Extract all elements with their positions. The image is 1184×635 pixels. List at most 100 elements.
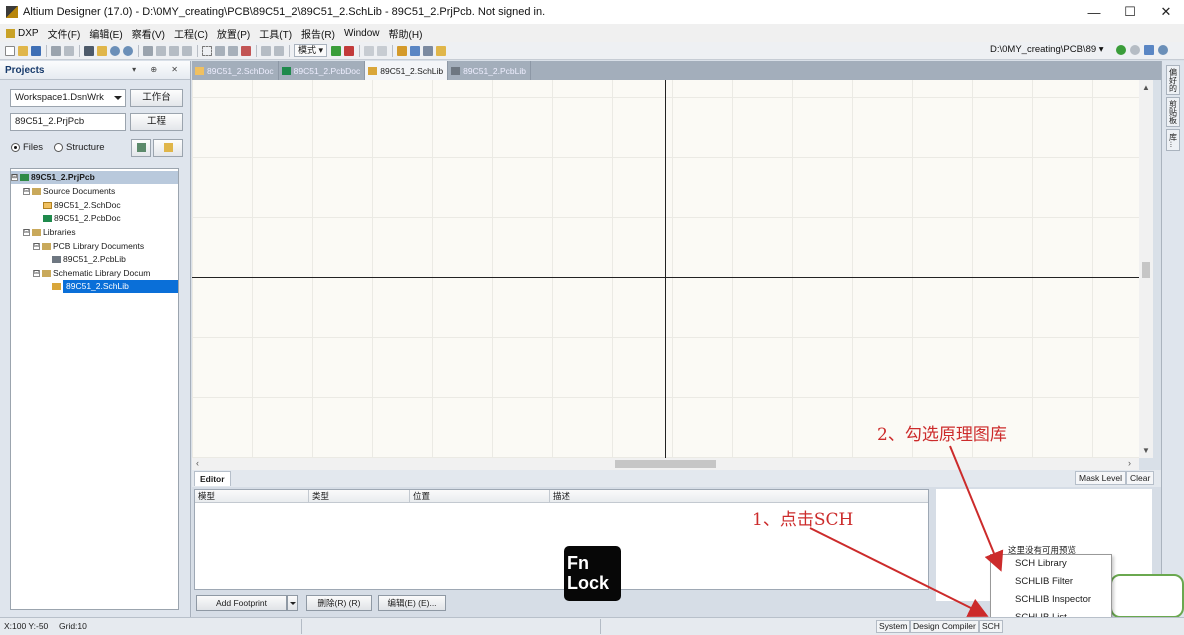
tab-clipboard[interactable]: 剪贴板 [1166,97,1180,127]
back-icon[interactable] [1116,45,1126,55]
horizontal-scrollbar[interactable]: ‹ › [192,458,1139,470]
collapse-icon[interactable]: ⊟ [11,174,18,181]
add-document-button[interactable] [153,139,183,157]
menu-project[interactable]: 工程(C) [174,26,208,41]
save-icon[interactable] [31,45,41,56]
tree-node-schlib[interactable]: 89C51_2.SchLib [52,280,178,293]
schematic-canvas[interactable] [192,80,1139,458]
print-preview-icon[interactable] [64,45,74,56]
mode-dropdown[interactable]: 模式 ▾ [294,44,328,57]
layers-icon[interactable] [84,45,94,56]
place-pin-icon[interactable] [397,45,408,56]
project-field[interactable]: 89C51_2.PrjPcb [10,113,126,131]
delete-button[interactable]: 删除(R) (R) [306,595,372,611]
workspace-select[interactable]: Workspace1.DsnWrk [10,89,126,107]
scroll-right-icon[interactable]: › [1128,458,1131,468]
rubber-stamp-icon[interactable] [182,45,192,56]
panel-controls[interactable]: ▾ ⊕ ✕ [132,65,184,74]
add-part-icon[interactable] [331,45,342,56]
deselect-icon[interactable] [228,45,238,56]
menu-help[interactable]: 帮助(H) [389,26,423,41]
tree-node-schdoc[interactable]: 89C51_2.SchDoc [43,199,121,212]
menu-reports[interactable]: 报告(R) [301,26,335,41]
open-project-icon[interactable] [97,45,107,56]
tab-libraries[interactable]: 库... [1166,129,1180,151]
library-folder-icon[interactable] [436,45,447,56]
menu-view[interactable]: 察看(V) [132,26,165,41]
tree-node-schematic-library-documents[interactable]: ⊟ Schematic Library Docum [33,267,150,280]
tab-schlib[interactable]: 89C51_2.SchLib [365,61,449,80]
workspace-button[interactable]: 工作台 [130,89,183,107]
menu-window[interactable]: Window [344,28,380,39]
edit-button[interactable]: 编辑(E) (E)... [378,595,446,611]
previous-part-icon[interactable] [364,45,375,56]
copy-icon[interactable] [156,45,166,56]
drawing-tools-icon[interactable] [410,45,421,56]
clear-filter-icon[interactable] [241,45,251,56]
paste-icon[interactable] [169,45,179,56]
favorites-icon[interactable] [1158,45,1168,55]
column-header-type[interactable]: 类型 [309,490,410,502]
tree-node-libraries[interactable]: ⊟ Libraries [23,226,76,239]
column-header-location[interactable]: 位置 [410,490,550,502]
open-folder-icon[interactable] [18,45,28,56]
close-button[interactable]: ✕ [1148,0,1184,24]
sch-panel-button[interactable]: SCH [979,620,1003,633]
tree-node-pcbdoc[interactable]: 89C51_2.PcbDoc [43,212,121,225]
tree-node-pcblib[interactable]: 89C51_2.PcbLib [52,253,126,266]
menu-edit[interactable]: 编辑(E) [89,26,122,41]
editor-tab[interactable]: Editor [194,471,231,486]
menu-item-schlib-inspector[interactable]: SCHLIB Inspector [991,591,1111,609]
print-icon[interactable] [51,45,61,56]
add-model-dropdown[interactable] [287,595,298,611]
forward-icon[interactable] [1130,45,1140,55]
menu-item-schlib-filter[interactable]: SCHLIB Filter [991,573,1111,591]
grid-icon[interactable] [423,45,434,56]
tab-pcblib[interactable]: 89C51_2.PcbLib [448,61,531,80]
tab-schdoc[interactable]: 89C51_2.SchDoc [192,61,279,80]
project-button[interactable]: 工程 [130,113,183,131]
vertical-scroll-thumb[interactable] [1142,262,1150,278]
menu-item-sch-library[interactable]: SCH Library [991,555,1111,573]
zoom-icon[interactable] [110,45,120,56]
add-footprint-button[interactable]: Add Footprint [196,595,287,611]
collapse-icon[interactable]: ⊟ [33,243,40,250]
tree-node-project[interactable]: ⊟ 89C51_2.PrjPcb [11,171,178,184]
scroll-up-icon[interactable]: ▲ [1142,83,1150,92]
tab-pcbdoc[interactable]: 89C51_2.PcbDoc [279,61,366,80]
system-panel-button[interactable]: System [876,620,911,633]
menu-place[interactable]: 放置(P) [217,26,250,41]
menu-tools[interactable]: 工具(T) [259,26,292,41]
clear-button[interactable]: Clear [1126,471,1155,485]
collapse-icon[interactable]: ⊟ [23,229,30,236]
menu-dxp[interactable]: DXP [18,28,39,39]
select-area-icon[interactable] [202,45,212,56]
next-part-icon[interactable] [377,45,388,56]
vertical-scrollbar[interactable]: ▲ ▼ [1139,80,1153,458]
minimize-button[interactable]: — [1076,0,1112,24]
tree-node-source-documents[interactable]: ⊟ Source Documents [23,185,115,198]
column-header-model[interactable]: 模型 [195,490,309,502]
horizontal-scroll-thumb[interactable] [615,460,716,468]
menu-file[interactable]: 文件(F) [48,26,81,41]
scroll-left-icon[interactable]: ‹ [196,458,199,468]
scroll-down-icon[interactable]: ▼ [1142,446,1150,455]
undo-icon[interactable] [261,45,271,56]
column-header-description[interactable]: 描述 [550,490,928,502]
tree-node-pcb-library-documents[interactable]: ⊟ PCB Library Documents [33,240,144,253]
remove-part-icon[interactable] [344,45,355,56]
collapse-icon[interactable]: ⊟ [23,188,30,195]
new-document-icon[interactable] [5,45,15,56]
collapse-icon[interactable]: ⊟ [33,270,40,277]
mask-level-button[interactable]: Mask Level [1075,471,1126,485]
move-icon[interactable] [215,45,225,56]
home-icon[interactable] [1144,45,1154,55]
maximize-button[interactable]: ☐ [1112,0,1148,24]
redo-icon[interactable] [274,45,284,56]
structure-radio[interactable]: Structure [54,142,105,153]
path-dropdown[interactable]: D:\0MY_creating\PCB\89 ▾ [990,44,1104,55]
cut-icon[interactable] [143,45,153,56]
tab-favorites[interactable]: 偏好的 [1166,65,1180,95]
design-compiler-panel-button[interactable]: Design Compiler [910,620,979,633]
project-options-button[interactable] [131,139,151,157]
